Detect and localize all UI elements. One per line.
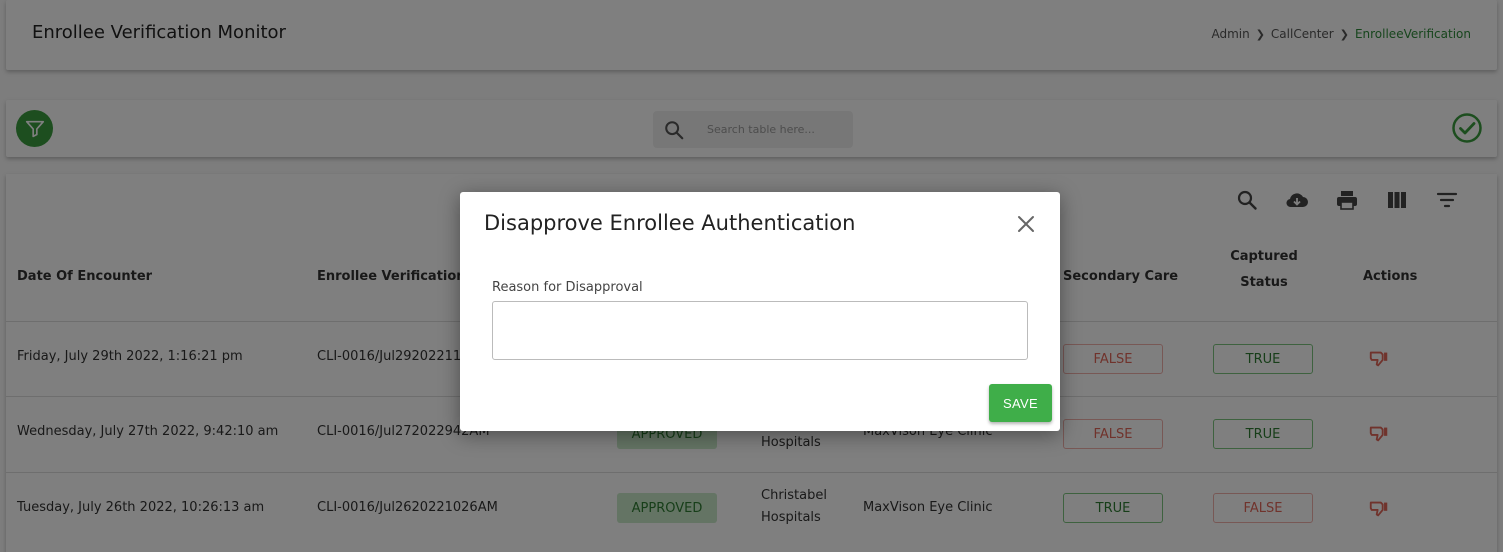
dialog-title: Disapprove Enrollee Authentication [484, 211, 856, 235]
reason-label: Reason for Disapproval [492, 280, 643, 295]
disapprove-dialog: Disapprove Enrollee Authentication Reaso… [460, 192, 1060, 431]
reason-textarea[interactable] [492, 301, 1028, 360]
close-icon[interactable] [1016, 214, 1036, 234]
save-button[interactable]: SAVE [989, 384, 1052, 422]
